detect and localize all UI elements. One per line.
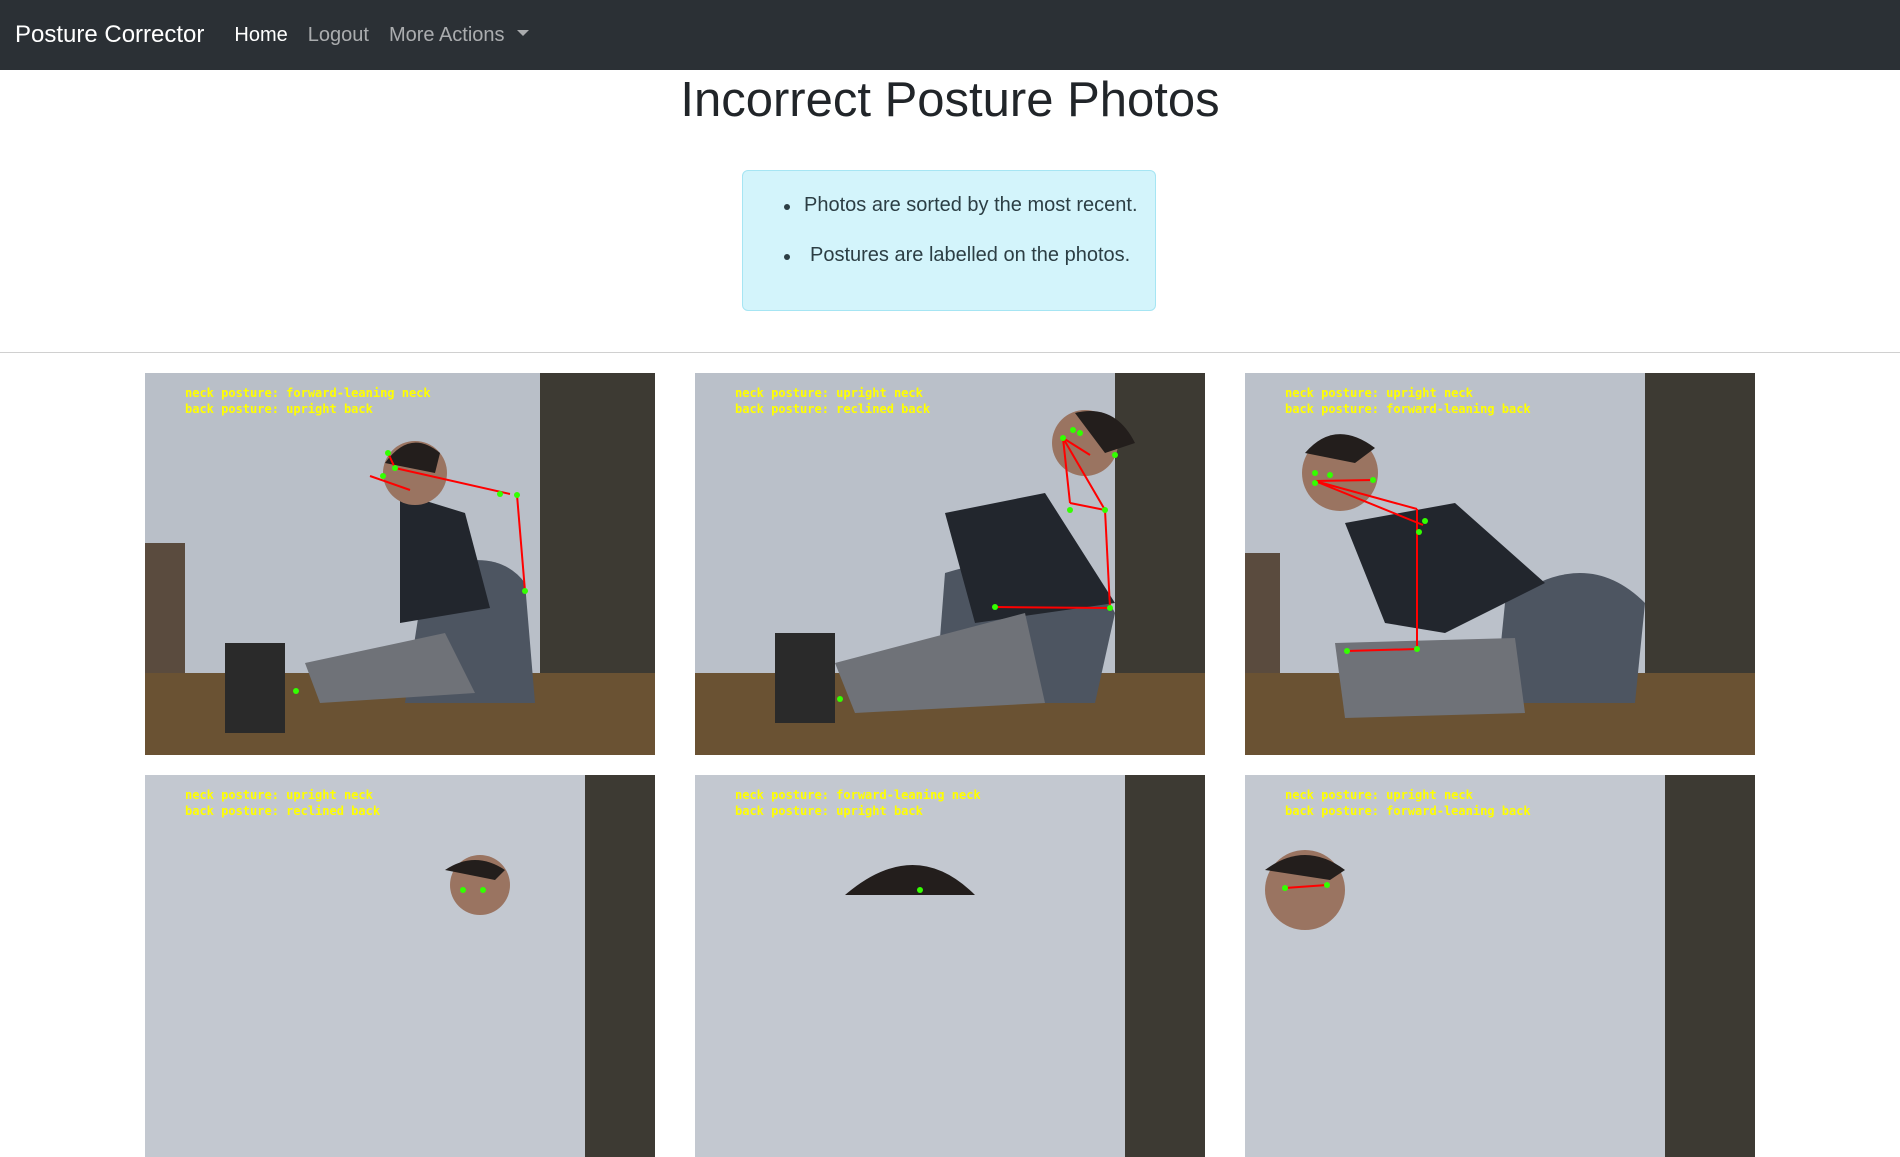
photo-image [145,373,655,755]
back-posture-label: back posture: upright back [185,402,373,416]
photo-image [145,775,655,1157]
neck-posture-label: neck posture: forward-leaning neck [185,386,431,400]
info-item: Postures are labelled on the photos. [784,244,1131,267]
info-item-text: Photos are sorted by the most recent. [804,194,1138,216]
nav-dropdown-more-actions[interactable]: More Actions [389,24,529,47]
back-posture-label: back posture: reclined back [185,804,381,818]
posture-photo[interactable]: neck posture: forward-leaning neck back … [145,373,655,755]
divider [0,352,1900,353]
neck-posture-label: neck posture: upright neck [185,788,373,802]
back-posture-label: back posture: forward-leaning back [1285,804,1531,818]
posture-photo[interactable]: neck posture: upright neck back posture:… [145,775,655,1157]
back-posture-label: back posture: reclined back [735,402,931,416]
posture-photo[interactable]: neck posture: forward-leaning neck back … [695,775,1205,1157]
photo-image [695,373,1205,755]
nav-link-home[interactable]: Home [234,24,287,47]
chevron-down-icon [516,30,529,37]
nav-link-logout[interactable]: Logout [308,24,369,47]
neck-posture-label: neck posture: upright neck [1285,788,1473,802]
neck-posture-label: neck posture: upright neck [735,386,923,400]
back-posture-label: back posture: forward-leaning back [1285,402,1531,416]
bullet-icon [784,204,790,210]
nav-dropdown-label: More Actions [388,23,505,46]
photo-image [695,775,1205,1157]
posture-photo[interactable]: neck posture: upright neck back posture:… [1245,373,1755,755]
neck-posture-label: neck posture: upright neck [1285,386,1473,400]
neck-posture-label: neck posture: forward-leaning neck [735,788,981,802]
brand-link[interactable]: Posture Corrector [15,21,204,49]
info-alert: Photos are sorted by the most recent. Po… [742,170,1156,311]
info-item-text: Postures are labelled on the photos. [810,244,1131,266]
navbar: Posture Corrector Home Logout More Actio… [0,0,1900,70]
posture-photo[interactable]: neck posture: upright neck back posture:… [1245,775,1755,1157]
bullet-icon [784,254,790,260]
photo-image [1245,373,1755,755]
page-title: Incorrect Posture Photos [680,73,1220,127]
posture-photo[interactable]: neck posture: upright neck back posture:… [695,373,1205,755]
back-posture-label: back posture: upright back [735,804,923,818]
photo-image [1245,775,1755,1157]
info-item: Photos are sorted by the most recent. [784,194,1138,217]
